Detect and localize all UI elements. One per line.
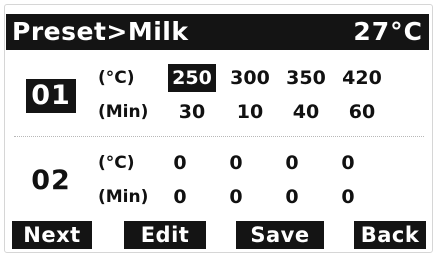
preset-number[interactable]: 02 (26, 164, 76, 198)
temperature-value[interactable]: 300 (226, 64, 274, 92)
temperature-value-cursor[interactable]: 250 (168, 64, 216, 92)
temperature-value[interactable]: 0 (268, 149, 316, 177)
temperature-value[interactable]: 350 (282, 64, 330, 92)
temperature-value[interactable]: 0 (212, 149, 260, 177)
title-bar: Preset>Milk 27°C (6, 14, 429, 50)
time-unit-label: (Min) (98, 102, 149, 122)
time-value[interactable]: 30 (168, 98, 216, 126)
save-button[interactable]: Save (236, 221, 324, 249)
temperature-value[interactable]: 0 (156, 149, 204, 177)
time-value[interactable]: 40 (282, 98, 330, 126)
temperature-value[interactable]: 420 (338, 64, 386, 92)
time-value[interactable]: 0 (324, 183, 372, 211)
time-value[interactable]: 10 (226, 98, 274, 126)
temperature-unit-label: (°C) (98, 68, 135, 88)
time-value[interactable]: 0 (212, 183, 260, 211)
back-button[interactable]: Back (354, 221, 426, 249)
time-value[interactable]: 60 (338, 98, 386, 126)
preset-number[interactable]: 01 (26, 79, 76, 113)
time-value[interactable]: 0 (268, 183, 316, 211)
edit-button[interactable]: Edit (124, 221, 206, 249)
temperature-unit-label: (°C) (98, 153, 135, 173)
row-divider (14, 136, 424, 137)
next-button[interactable]: Next (12, 221, 92, 249)
temperature-value[interactable]: 0 (324, 149, 372, 177)
time-unit-label: (Min) (98, 187, 149, 207)
time-value[interactable]: 0 (156, 183, 204, 211)
page-title: Preset>Milk (12, 17, 189, 46)
current-temperature: 27°C (353, 17, 423, 46)
